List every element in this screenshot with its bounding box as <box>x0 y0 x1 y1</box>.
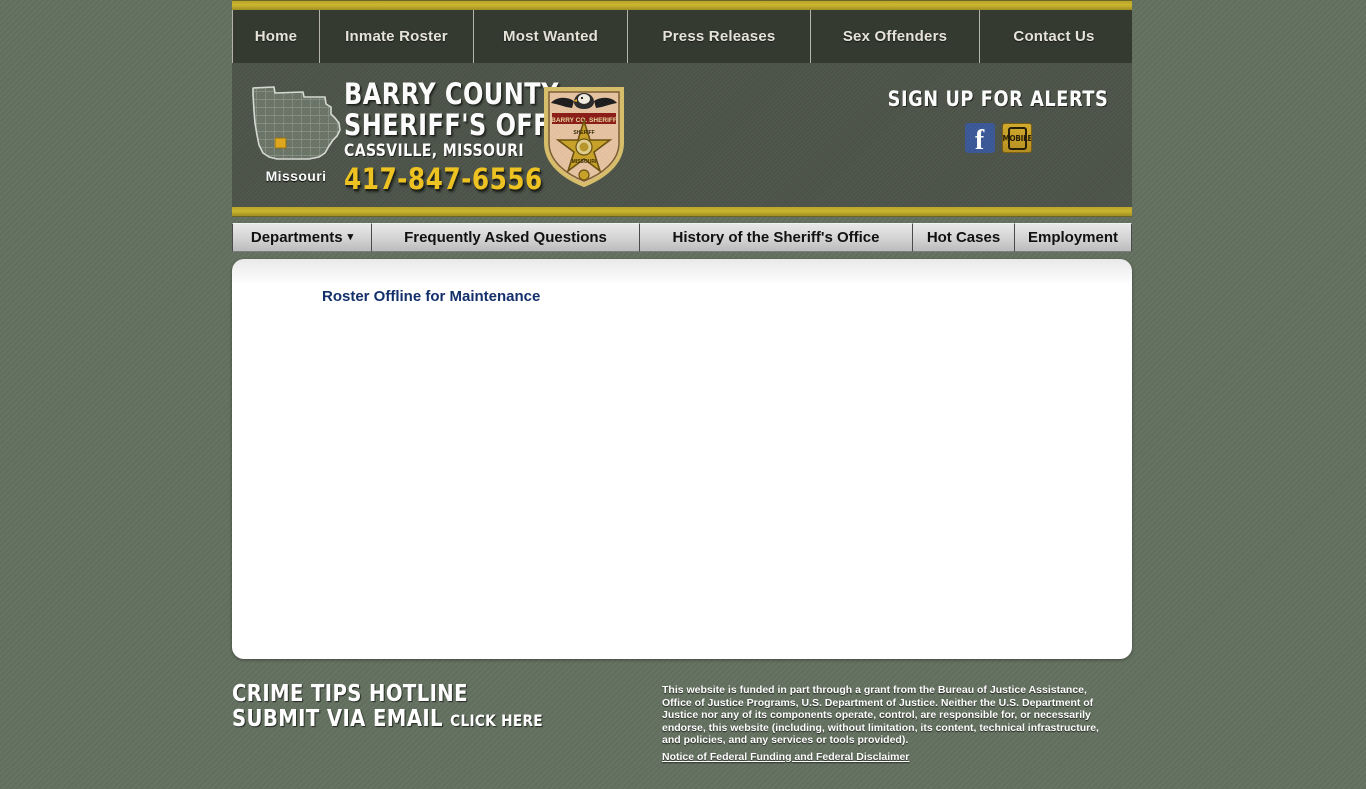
main-content-panel: Roster Offline for Maintenance <box>232 259 1132 659</box>
bottom-gold-divider <box>232 207 1132 217</box>
svg-text:MISSOURI: MISSOURI <box>572 159 597 165</box>
federal-funding-disclaimer: This website is funded in part through a… <box>662 684 1117 763</box>
subnav-history-label: History of the Sheriff's Office <box>672 229 880 246</box>
nav-press-releases-label: Press Releases <box>662 28 776 45</box>
subnav-hot-cases-label: Hot Cases <box>926 229 1001 246</box>
missouri-map-block: Missouri <box>242 83 350 184</box>
mobile-app-label: MOBILE <box>1002 134 1032 143</box>
mobile-app-icon[interactable]: MOBILE <box>1001 123 1032 153</box>
subnav-employment-label: Employment <box>1027 229 1118 246</box>
facebook-icon-glyph: f <box>974 125 985 154</box>
secondary-navigation: Departments ▾ Frequently Asked Questions… <box>232 223 1132 252</box>
subnav-history[interactable]: History of the Sheriff's Office <box>640 223 913 252</box>
site-header: Missouri BARRY COUNTY SHERIFF'S OFFICE C… <box>232 63 1132 207</box>
subnav-hot-cases[interactable]: Hot Cases <box>913 223 1015 252</box>
subnav-departments-label: Departments <box>250 229 343 246</box>
nav-home-label: Home <box>254 28 298 45</box>
nav-inmate-roster-label: Inmate Roster <box>345 28 448 45</box>
crime-tips-submit-label: SUBMIT VIA EMAIL <box>232 706 443 732</box>
facebook-icon[interactable]: f <box>964 123 995 154</box>
alerts-block: SIGN UP FOR ALERTS f MOBILE <box>878 87 1118 153</box>
roster-offline-message: Roster Offline for Maintenance <box>322 288 541 305</box>
missouri-map-icon <box>247 83 345 166</box>
alerts-title: SIGN UP FOR ALERTS <box>887 87 1109 111</box>
disclaimer-notice-link[interactable]: Notice of Federal Funding and Federal Di… <box>662 751 909 764</box>
crime-tips-headline: CRIME TIPS HOTLINE <box>232 681 468 707</box>
svg-text:SHERIFF: SHERIFF <box>573 130 594 136</box>
site-footer: CRIME TIPS HOTLINE SUBMIT VIA EMAIL CLIC… <box>232 679 1132 789</box>
site-wrapper: Home Inmate Roster Most Wanted Press Rel… <box>232 0 1132 768</box>
disclaimer-text: This website is funded in part through a… <box>662 684 1099 746</box>
primary-navigation: Home Inmate Roster Most Wanted Press Rel… <box>232 10 1132 63</box>
nav-most-wanted-label: Most Wanted <box>503 28 598 45</box>
subnav-faq[interactable]: Frequently Asked Questions <box>372 223 640 252</box>
chevron-down-icon: ▾ <box>347 231 354 243</box>
missouri-map-label: Missouri <box>265 168 327 184</box>
nav-sex-offenders-label: Sex Offenders <box>842 28 948 45</box>
nav-contact-us-label: Contact Us <box>1013 28 1095 45</box>
crime-tips-block: CRIME TIPS HOTLINE SUBMIT VIA EMAIL CLIC… <box>232 682 652 733</box>
nav-contact-us[interactable]: Contact Us <box>980 10 1128 63</box>
nav-sex-offenders[interactable]: Sex Offenders <box>811 10 980 63</box>
nav-press-releases[interactable]: Press Releases <box>628 10 811 63</box>
subnav-faq-label: Frequently Asked Questions <box>404 229 607 246</box>
subnav-departments[interactable]: Departments ▾ <box>232 223 372 252</box>
crime-tips-submit-line: SUBMIT VIA EMAIL CLICK HERE <box>232 707 631 733</box>
alerts-icon-row: f MOBILE <box>878 123 1118 153</box>
crime-tips-click-here-link[interactable]: CLICK HERE <box>450 711 543 730</box>
nav-most-wanted[interactable]: Most Wanted <box>474 10 628 63</box>
sheriff-badge-icon[interactable]: BARRY CO. SHERIFF SHERIFF MISSOURI <box>532 81 636 191</box>
top-gold-divider <box>232 0 1132 10</box>
subnav-employment[interactable]: Employment <box>1015 223 1132 252</box>
nav-inmate-roster[interactable]: Inmate Roster <box>320 10 474 63</box>
nav-home[interactable]: Home <box>232 10 320 63</box>
